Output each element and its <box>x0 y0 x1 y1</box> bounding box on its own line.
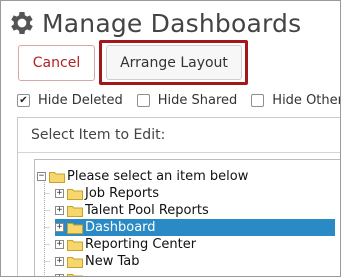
item-tree[interactable]: − Please select an item below + Job Repo… <box>34 159 340 276</box>
gear-icon <box>11 12 33 34</box>
hide-others-label: Hide Others' <box>272 93 340 108</box>
tree-item-partial[interactable]: + <box>55 270 83 276</box>
folder-icon <box>67 274 83 276</box>
hide-deleted-label: Hide Deleted <box>38 93 123 108</box>
tree-item-label: Job Reports <box>85 186 160 201</box>
hide-shared-checkbox[interactable] <box>136 94 150 107</box>
tree-item-job-reports[interactable]: + Job Reports <box>55 185 159 202</box>
tree-root[interactable]: − Please select an item below <box>37 168 248 185</box>
tree-item-label: Talent Pool Reports <box>85 203 209 218</box>
tree-item-label: Reporting Center <box>85 237 197 252</box>
dialog-frame: Manage Dashboards Cancel Arrange Layout … <box>0 0 341 277</box>
tree-item-talent-pool-reports[interactable]: + Talent Pool Reports <box>55 202 209 219</box>
tree-item-dashboard[interactable]: + Dashboard <box>55 219 335 236</box>
expand-toggle-icon[interactable]: + <box>55 240 64 249</box>
hide-shared-label: Hide Shared <box>157 93 238 108</box>
folder-icon <box>67 223 83 234</box>
tree-root-label: Please select an item below <box>67 169 249 184</box>
cancel-button[interactable]: Cancel <box>18 45 95 81</box>
page-title-text: Manage Dashboards <box>42 8 302 38</box>
expand-toggle-icon[interactable]: + <box>55 189 64 198</box>
page-title: Manage Dashboards <box>7 6 301 40</box>
hide-others-checkbox[interactable] <box>251 94 265 107</box>
folder-icon <box>67 240 83 251</box>
expand-toggle-icon[interactable]: + <box>55 223 64 232</box>
folder-icon <box>67 189 83 200</box>
expand-toggle-icon[interactable]: + <box>55 206 64 215</box>
tree-item-label: Dashboard <box>85 220 156 235</box>
tree-item-label: New Tab <box>85 254 140 269</box>
tree-item-new-tab[interactable]: + New Tab <box>55 253 140 270</box>
folder-icon <box>67 206 83 217</box>
expand-toggle-icon[interactable]: + <box>55 257 64 266</box>
folder-open-icon <box>49 172 65 183</box>
collapse-toggle-icon[interactable]: − <box>37 172 46 181</box>
hide-deleted-checkbox[interactable]: ✔ <box>17 94 30 107</box>
filter-checkboxes: ✔ Hide Deleted Hide Shared Hide Others' <box>17 93 340 108</box>
select-item-panel: Select Item to Edit: − Please select an … <box>17 117 340 276</box>
panel-title: Select Item to Edit: <box>18 118 340 153</box>
folder-icon <box>67 257 83 268</box>
arrange-layout-button[interactable]: Arrange Layout <box>106 45 242 80</box>
tree-item-reporting-center[interactable]: + Reporting Center <box>55 236 196 253</box>
